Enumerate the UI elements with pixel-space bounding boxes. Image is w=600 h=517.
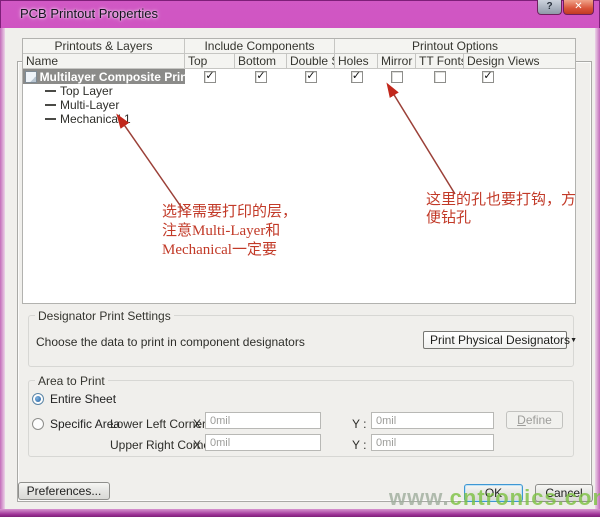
column-header-double-side: Double Si... (287, 54, 335, 68)
close-button[interactable]: ✕ (563, 0, 594, 15)
lower-left-x-input[interactable] (205, 412, 321, 429)
preferences-button[interactable]: Preferences... (18, 482, 110, 500)
checkbox-holes[interactable]: ✓ (351, 71, 363, 83)
table-row-multilayer-composite-print[interactable]: Multilayer Composite Print ✓ ✓ ✓ ✓ ✓ (23, 69, 575, 84)
group-label-area: Area to Print (35, 374, 108, 388)
layer-color-icon (45, 118, 56, 120)
window-border-bottom (0, 509, 600, 517)
table-group-header-row: Printouts & Layers Include Components Pr… (23, 39, 575, 54)
layer-item-mechanical-1[interactable]: Mechanical 1 (23, 112, 575, 126)
checkbox-tt-fonts[interactable] (434, 71, 446, 83)
layer-item-top-layer[interactable]: Top Layer (23, 84, 575, 98)
title-bar[interactable]: PCB Printout Properties ? ✕ (0, 0, 600, 28)
table-column-header-row: Name Top Bottom Double Si... Holes Mirro… (23, 54, 575, 69)
dropdown-arrow-icon: ▼ (570, 337, 577, 344)
column-header-name: Name (23, 54, 185, 68)
entire-sheet-radio[interactable]: Entire Sheet (32, 392, 116, 406)
printout-name-label: Multilayer Composite Print (40, 70, 185, 84)
entire-sheet-label: Entire Sheet (50, 392, 116, 406)
dropdown-selected-value: Print Physical Designators (424, 333, 570, 347)
pcb-printout-properties-dialog: PCB Printout Properties ? ✕ Printouts & … (0, 0, 600, 517)
lower-left-y-input[interactable] (371, 412, 494, 429)
column-header-bottom: Bottom (235, 54, 287, 68)
checkbox-double-side[interactable]: ✓ (305, 71, 317, 83)
checkbox-bottom[interactable]: ✓ (255, 71, 267, 83)
check-mark-icon: ✓ (352, 71, 362, 82)
designator-description: Choose the data to print in component de… (36, 335, 305, 349)
document-icon (25, 71, 37, 83)
group-header-printouts-layers: Printouts & Layers (23, 39, 185, 53)
window-border-right (595, 28, 600, 517)
help-icon: ? (546, 1, 552, 12)
specific-area-radio[interactable]: Specific Area (32, 417, 120, 431)
designator-dropdown[interactable]: Print Physical Designators ▼ (423, 331, 567, 349)
layer-color-icon (45, 104, 56, 106)
column-header-tt-fonts: TT Fonts (416, 54, 464, 68)
printout-name-cell[interactable]: Multilayer Composite Print (23, 69, 185, 84)
check-mark-icon: ✓ (306, 71, 316, 82)
close-icon: ✕ (574, 1, 582, 12)
layer-color-icon (45, 90, 56, 92)
help-button[interactable]: ? (537, 0, 562, 15)
checkbox-mirror[interactable] (391, 71, 403, 83)
group-header-printout-options: Printout Options (335, 39, 575, 53)
define-button[interactable]: Define (506, 411, 563, 429)
group-label-designator: Designator Print Settings (35, 309, 174, 323)
lower-left-corner-label: Lower Left Corner (110, 417, 206, 431)
check-mark-icon: ✓ (483, 71, 493, 82)
upper-right-y-input[interactable] (371, 434, 494, 451)
layer-label: Top Layer (60, 84, 113, 98)
layer-item-multi-layer[interactable]: Multi-Layer (23, 98, 575, 112)
radio-selected-icon[interactable] (32, 393, 44, 405)
column-header-holes: Holes (335, 54, 378, 68)
column-header-mirror: Mirror (378, 54, 416, 68)
radio-unselected-icon[interactable] (32, 418, 44, 430)
upper-right-x-input[interactable] (205, 434, 321, 451)
lower-left-y-label: Y : (352, 417, 366, 431)
layer-label: Multi-Layer (60, 98, 119, 112)
group-header-include-components: Include Components (185, 39, 335, 53)
column-header-top: Top (185, 54, 235, 68)
checkbox-top[interactable]: ✓ (204, 71, 216, 83)
ok-button[interactable]: OK (464, 484, 523, 502)
cancel-button[interactable]: Cancel (535, 484, 593, 502)
upper-right-y-label: Y : (352, 438, 366, 452)
column-header-design-views: Design Views (464, 54, 575, 68)
checkbox-design-views[interactable]: ✓ (482, 71, 494, 83)
check-mark-icon: ✓ (256, 71, 266, 82)
layer-label: Mechanical 1 (60, 112, 131, 126)
check-mark-icon: ✓ (205, 71, 215, 82)
window-title: PCB Printout Properties (20, 6, 158, 21)
printouts-table: Printouts & Layers Include Components Pr… (22, 38, 576, 304)
